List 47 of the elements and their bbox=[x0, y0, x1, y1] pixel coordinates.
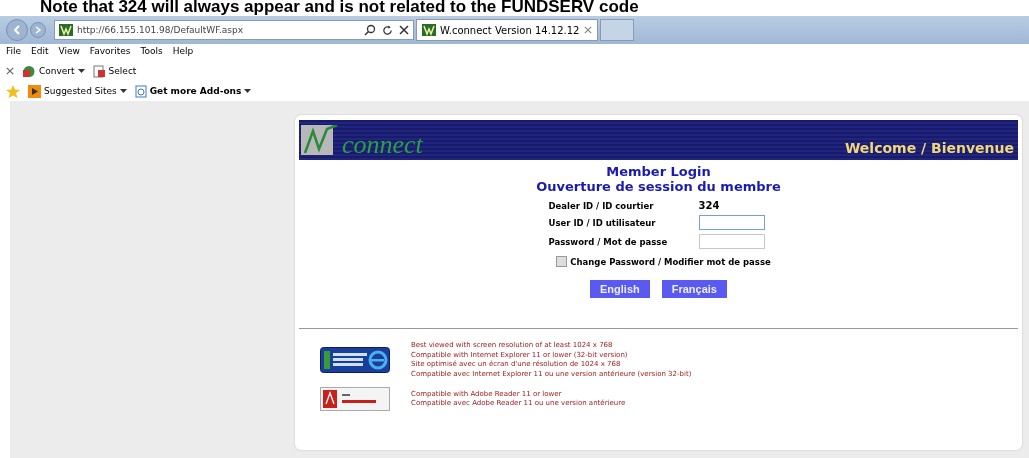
menu-item[interactable]: Favorites bbox=[89, 46, 131, 61]
checkbox-label: Change Password / Modifier mot de passe bbox=[570, 256, 771, 267]
logo-text: connect bbox=[342, 130, 423, 160]
field-label: Password / Mot de passe bbox=[548, 236, 669, 247]
toolbar-button[interactable]: Select bbox=[108, 66, 137, 76]
refresh-icon[interactable] bbox=[382, 24, 393, 36]
input-field[interactable] bbox=[698, 215, 765, 230]
convert-icon bbox=[22, 64, 36, 78]
menu-item[interactable]: Help bbox=[172, 46, 194, 61]
dealer-id: 324 bbox=[698, 200, 721, 211]
tab-title: W.connect Version 14.12.12 bbox=[440, 24, 580, 36]
reader-badge-icon bbox=[320, 387, 390, 411]
login-title: Member Login bbox=[605, 164, 712, 179]
menu-item[interactable]: Edit bbox=[31, 46, 49, 61]
language-button[interactable]: Français bbox=[661, 280, 727, 298]
select-icon bbox=[92, 64, 106, 78]
field-label: Dealer ID / ID courtier bbox=[548, 200, 655, 211]
favorites-link[interactable]: Get more Add-ons bbox=[149, 86, 242, 96]
language-button[interactable]: English bbox=[590, 280, 650, 298]
star-icon[interactable] bbox=[6, 84, 20, 98]
note-heading: Note that 324 will always appear and is not related to the FUNDSERV code bbox=[39, 0, 640, 16]
search-icon[interactable] bbox=[364, 24, 376, 36]
menu-item[interactable]: View bbox=[58, 46, 80, 61]
site-icon bbox=[59, 24, 73, 36]
address-bar[interactable]: http://66.155.101.98/DefaultWF.aspx bbox=[54, 20, 414, 40]
play-icon bbox=[28, 84, 41, 98]
dropdown-icon[interactable] bbox=[77, 68, 85, 74]
dropdown-icon[interactable] bbox=[119, 88, 127, 94]
page-icon bbox=[134, 84, 147, 98]
forward-button[interactable] bbox=[30, 22, 46, 38]
close-icon[interactable] bbox=[6, 67, 14, 75]
login-subtitle: Ouverture de session du membre bbox=[535, 179, 782, 194]
browser-badge-icon bbox=[320, 347, 390, 373]
favorites-link[interactable]: Suggested Sites bbox=[44, 86, 117, 96]
welcome-title: Welcome / Bienvenue bbox=[844, 140, 1014, 158]
dropdown-icon[interactable] bbox=[244, 88, 252, 94]
checkbox[interactable] bbox=[556, 256, 568, 267]
menu-item[interactable]: Tools bbox=[140, 46, 163, 61]
close-icon[interactable] bbox=[399, 25, 409, 35]
input-field[interactable] bbox=[698, 234, 765, 249]
new-tab-button[interactable] bbox=[600, 19, 634, 41]
field-label: User ID / ID utilisateur bbox=[548, 217, 657, 228]
site-icon bbox=[422, 24, 436, 36]
toolbar-button[interactable]: Convert bbox=[39, 66, 75, 76]
back-button[interactable] bbox=[6, 19, 28, 41]
browser-tab[interactable]: W.connect Version 14.12.12 bbox=[416, 19, 598, 41]
menu-item[interactable]: File bbox=[6, 46, 22, 61]
